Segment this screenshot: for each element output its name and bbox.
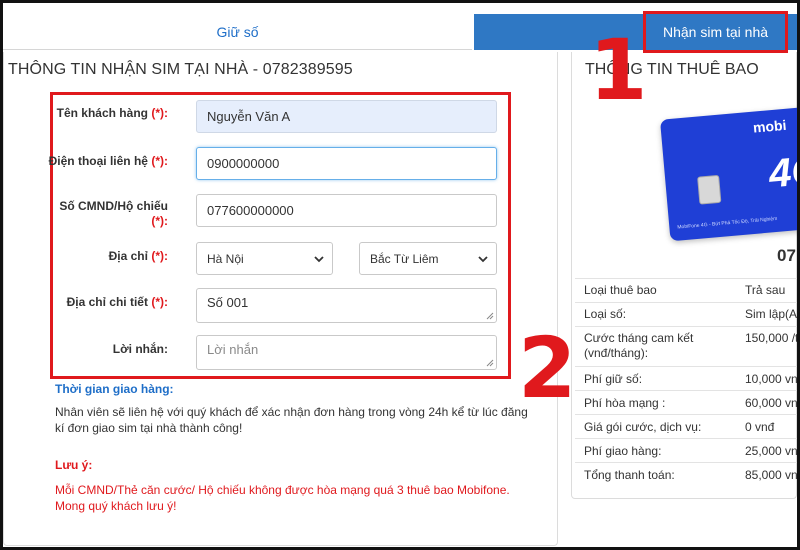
info-row-key: Loại số: xyxy=(584,307,627,321)
info-row-value: 60,000 vnđ xyxy=(745,396,800,410)
info-row-key: Phí giữ số: xyxy=(584,372,643,386)
info-row-value: 85,000 vnđ xyxy=(745,468,800,482)
address-detail-label: Địa chỉ chi tiết (*): xyxy=(38,295,168,310)
province-value: Hà Nội xyxy=(207,251,244,266)
customer-name-value: Nguyễn Văn A xyxy=(207,109,291,124)
customer-name-label: Tên khách hàng (*): xyxy=(38,106,168,121)
info-row-key: Tổng thanh toán: xyxy=(584,468,675,482)
info-row: Cước tháng cam kết (vnđ/tháng): 150,000 … xyxy=(575,326,799,366)
info-row-key: Cước tháng cam kết (vnđ/tháng): xyxy=(584,331,694,360)
chevron-down-icon xyxy=(478,255,488,262)
info-row-value: 25,000 vnđ xyxy=(745,444,800,458)
sim-card-image: mobi 4G MobiFone 4G - Bứt Phá Tốc Độ, Tr… xyxy=(659,106,800,242)
delivery-time-title: Thời gian giao hàng: xyxy=(55,382,174,396)
sim-brand-logo: mobi xyxy=(752,116,788,136)
message-placeholder: Lời nhắn xyxy=(207,342,259,357)
required-mark: (*): xyxy=(151,154,168,168)
address-detail-value: Số 001 xyxy=(207,295,249,310)
address-detail-textarea[interactable]: Số 001 xyxy=(196,288,497,323)
customer-name-field[interactable]: Nguyễn Văn A xyxy=(196,100,497,133)
message-label: Lời nhắn: xyxy=(112,342,168,356)
district-value: Bắc Từ Liêm xyxy=(370,251,439,266)
info-row-value: Trả sau xyxy=(745,283,786,297)
chevron-down-icon xyxy=(314,255,324,262)
required-mark: (*): xyxy=(151,295,168,309)
address-detail-label-text: Địa chỉ chi tiết xyxy=(66,295,148,309)
message-textarea[interactable]: Lời nhắn xyxy=(196,335,497,370)
info-row-value: 10,000 vnđ xyxy=(745,372,800,386)
sim-chip-icon xyxy=(697,174,722,205)
step-1-annotation: 1 xyxy=(589,21,648,119)
info-row: Phí giữ số: 10,000 vnđ xyxy=(575,366,800,390)
info-row: Giá gói cước, dịch vụ: 0 vnđ xyxy=(575,414,797,438)
resize-handle-icon[interactable] xyxy=(486,312,494,320)
info-row: Tổng thanh toán: 85,000 vnđ xyxy=(575,462,800,486)
id-number-field[interactable]: 077600000000 xyxy=(196,194,497,227)
tab-keep-number[interactable]: Giữ số xyxy=(3,14,472,50)
info-row: Loại thuê bao Trả sau xyxy=(575,278,797,302)
customer-name-label-text: Tên khách hàng xyxy=(56,106,148,120)
id-number-label: Số CMND/Hộ chiếu (*): xyxy=(38,199,168,229)
address-label: Địa chỉ (*): xyxy=(38,249,168,264)
info-row: Phí giao hàng: 25,000 vnđ xyxy=(575,438,800,462)
phone-field[interactable]: 0900000000 xyxy=(196,147,497,180)
note-title: Lưu ý: xyxy=(55,458,93,472)
delivery-form-title: THÔNG TIN NHẬN SIM TẠI NHÀ - 0782389595 xyxy=(8,61,353,78)
info-row-key: Phí hòa mạng : xyxy=(584,396,666,410)
province-select[interactable]: Hà Nội xyxy=(196,242,333,275)
sim-tagline: MobiFone 4G - Bứt Phá Tốc Độ, Trải Nghiệ… xyxy=(677,215,778,231)
step-2-annotation: 2 xyxy=(518,319,577,417)
phone-value: 0900000000 xyxy=(207,156,280,171)
note-text: Mỗi CMND/Thẻ căn cước/ Hộ chiếu không đư… xyxy=(55,483,510,513)
info-row-key: Loại thuê bao xyxy=(584,283,657,297)
district-select[interactable]: Bắc Từ Liêm xyxy=(359,242,497,275)
phone-label-text: Điện thoại liên hệ xyxy=(48,154,148,168)
resize-handle-icon[interactable] xyxy=(486,359,494,367)
phone-label: Điện thoại liên hệ (*): xyxy=(38,154,168,169)
sim-4g-label: 4G xyxy=(767,147,800,197)
address-label-text: Địa chỉ xyxy=(108,249,148,263)
id-number-label-text: Số CMND/Hộ chiếu xyxy=(59,199,168,213)
sim-number: 07 xyxy=(777,246,796,265)
info-row-key: Phí giao hàng: xyxy=(584,444,662,458)
id-number-value: 077600000000 xyxy=(207,203,294,218)
info-row-value: Sim lập(AB xyxy=(745,307,800,321)
required-mark: (*): xyxy=(151,249,168,263)
required-mark: (*): xyxy=(151,214,168,228)
required-mark: (*): xyxy=(151,106,168,120)
tab-home-delivery[interactable]: Nhận sim tại nhà xyxy=(643,11,788,53)
info-row-value: 0 vnđ xyxy=(745,420,775,434)
info-row-value: 150,000 /t xyxy=(745,331,799,345)
info-row-key: Giá gói cước, dịch vụ: xyxy=(584,420,702,434)
info-row: Phí hòa mạng : 60,000 vnđ xyxy=(575,390,800,414)
delivery-time-text: Nhân viên sẽ liên hệ với quý khách để xá… xyxy=(55,405,528,435)
info-row: Loại số: Sim lập(AB xyxy=(575,302,800,326)
